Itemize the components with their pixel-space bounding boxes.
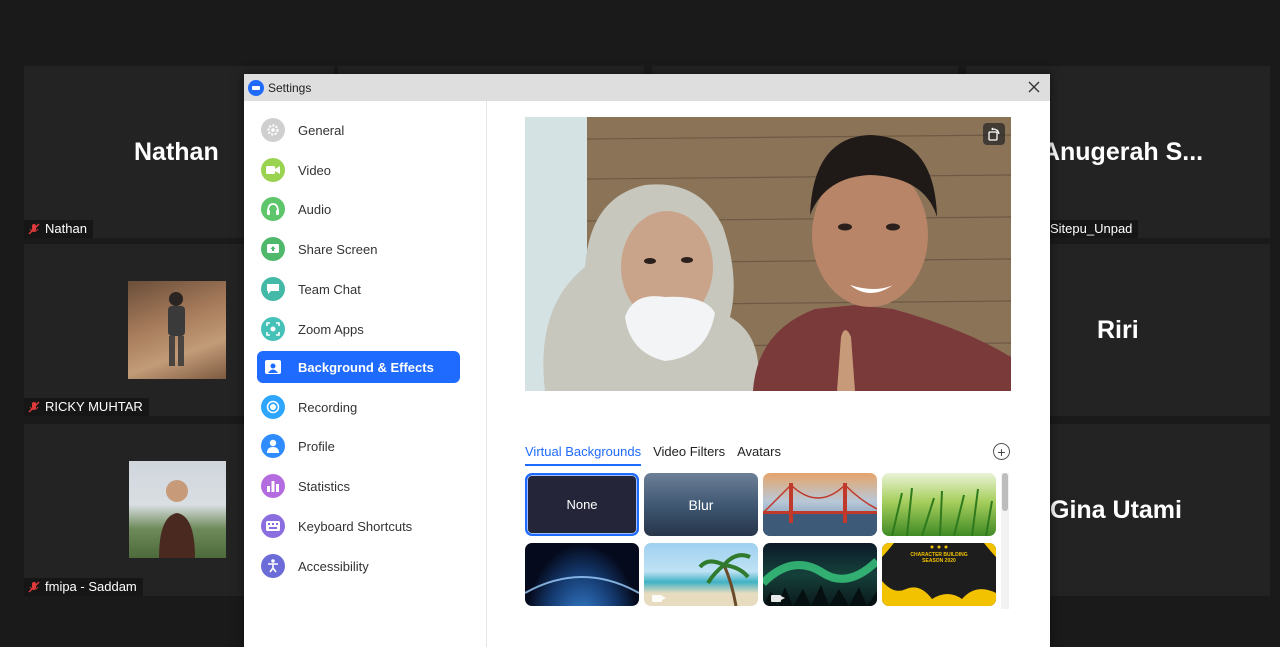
golden-gate-image [763, 483, 877, 536]
background-tabs: Virtual Backgrounds Video Filters Avatar… [525, 444, 781, 466]
background-icon [261, 355, 285, 379]
sidebar-item-label: Audio [298, 201, 332, 217]
tab-video-filters[interactable]: Video Filters [653, 444, 725, 466]
rotate-camera-button[interactable] [983, 123, 1005, 145]
camera-preview-image [525, 117, 1011, 391]
background-custom-banner[interactable]: CHARACTER BUILDING SEASON 2020 [882, 543, 996, 606]
sidebar-item-share-screen[interactable]: Share Screen [257, 233, 460, 265]
participant-photo [128, 281, 226, 379]
sidebar-item-label: Statistics [298, 478, 351, 494]
grass-image [891, 487, 993, 536]
background-beach[interactable] [644, 543, 758, 606]
sidebar-item-keyboard-shortcuts[interactable]: Keyboard Shortcuts [257, 510, 460, 542]
background-earth[interactable] [525, 543, 639, 606]
statistics-icon [261, 474, 285, 498]
participant-label: RICKY MUHTAR [24, 398, 149, 416]
keyboard-icon [261, 514, 285, 538]
gear-icon [261, 118, 285, 142]
tab-avatars[interactable]: Avatars [737, 444, 781, 466]
settings-sidebar: General Video Audio Share Screen Team Ch… [244, 101, 487, 647]
recording-icon [261, 395, 285, 419]
headphones-icon [261, 197, 285, 221]
mic-muted-icon [28, 223, 40, 235]
virtual-background-grid: None Blur CHARACTER BUILDING SEASON 2020 [525, 473, 1005, 609]
background-label: None [566, 497, 598, 512]
sidebar-item-background-effects[interactable]: Background & Effects [257, 351, 460, 383]
sidebar-item-label: Zoom Apps [298, 321, 364, 337]
sidebar-item-accessibility[interactable]: Accessibility [257, 550, 460, 582]
participant-label: Sitepu_Unpad [1046, 220, 1139, 238]
rotate-icon [988, 127, 1000, 141]
sidebar-item-label: Profile [298, 438, 335, 454]
background-effects-panel: Virtual Backgrounds Video Filters Avatar… [488, 101, 1050, 647]
participant-name: i Anugerah S... [1029, 138, 1204, 166]
sidebar-item-audio[interactable]: Audio [257, 193, 460, 225]
settings-window: Settings General Video Audio Share Scree… [244, 74, 1050, 647]
title-bar: Settings [244, 74, 1050, 101]
sidebar-item-profile[interactable]: Profile [257, 430, 460, 462]
window-title: Settings [268, 80, 312, 95]
sidebar-item-label: Team Chat [298, 281, 361, 297]
participant-photo [129, 461, 226, 558]
background-aurora[interactable] [763, 543, 877, 606]
sidebar-item-label: Recording [298, 399, 358, 415]
mic-muted-icon [28, 581, 40, 593]
participant-label-text: Sitepu_Unpad [1050, 221, 1133, 236]
earth-image [525, 576, 639, 594]
sidebar-item-zoom-apps[interactable]: Zoom Apps [257, 313, 460, 345]
background-label: Blur [688, 496, 714, 513]
zoom-logo-icon [248, 79, 264, 96]
profile-icon [261, 434, 285, 458]
share-screen-icon [261, 237, 285, 261]
sidebar-item-recording[interactable]: Recording [257, 391, 460, 423]
participant-name: Nathan [134, 138, 219, 166]
background-label: CHARACTER BUILDING SEASON 2020 [910, 552, 968, 564]
chat-icon [261, 277, 285, 301]
background-blur[interactable]: Blur [644, 473, 758, 536]
video-camera-icon [261, 158, 285, 182]
sidebar-item-statistics[interactable]: Statistics [257, 470, 460, 502]
person-silhouette-icon [168, 292, 185, 366]
plus-icon: + [997, 443, 1006, 460]
mic-muted-icon [28, 401, 40, 413]
scrollbar-thumb[interactable] [1002, 473, 1008, 511]
tab-virtual-backgrounds[interactable]: Virtual Backgrounds [525, 444, 642, 466]
accessibility-icon [261, 554, 285, 578]
participant-label: Nathan [24, 220, 93, 238]
close-icon[interactable] [1026, 79, 1042, 95]
person-silhouette-icon [159, 480, 195, 558]
participant-label: fmipa - Saddam [24, 578, 143, 596]
sidebar-item-general[interactable]: General [257, 114, 460, 146]
apps-icon [261, 317, 285, 341]
participant-label-text: Nathan [45, 221, 87, 236]
sidebar-item-video[interactable]: Video [257, 154, 460, 186]
participant-label-text: fmipa - Saddam [45, 579, 137, 594]
background-grid-scrollbar[interactable] [1001, 473, 1009, 609]
sidebar-item-label: Video [298, 162, 332, 178]
sidebar-item-label: Accessibility [298, 558, 369, 574]
background-grass[interactable] [882, 473, 996, 536]
camera-preview [525, 117, 1011, 391]
sidebar-item-label: Background & Effects [298, 359, 434, 375]
video-background-icon [652, 595, 666, 602]
participant-name: Riri [1097, 316, 1139, 344]
sidebar-item-label: Keyboard Shortcuts [298, 518, 413, 534]
sidebar-item-team-chat[interactable]: Team Chat [257, 273, 460, 305]
add-background-button[interactable]: + [993, 443, 1010, 460]
video-background-icon [771, 595, 785, 602]
participant-label-text: RICKY MUHTAR [45, 399, 143, 414]
participant-name: Gina Utami [1050, 496, 1182, 524]
sidebar-item-label: Share Screen [298, 241, 378, 257]
background-golden-gate[interactable] [763, 473, 877, 536]
background-none[interactable]: None [525, 473, 639, 536]
sidebar-item-label: General [298, 122, 345, 138]
